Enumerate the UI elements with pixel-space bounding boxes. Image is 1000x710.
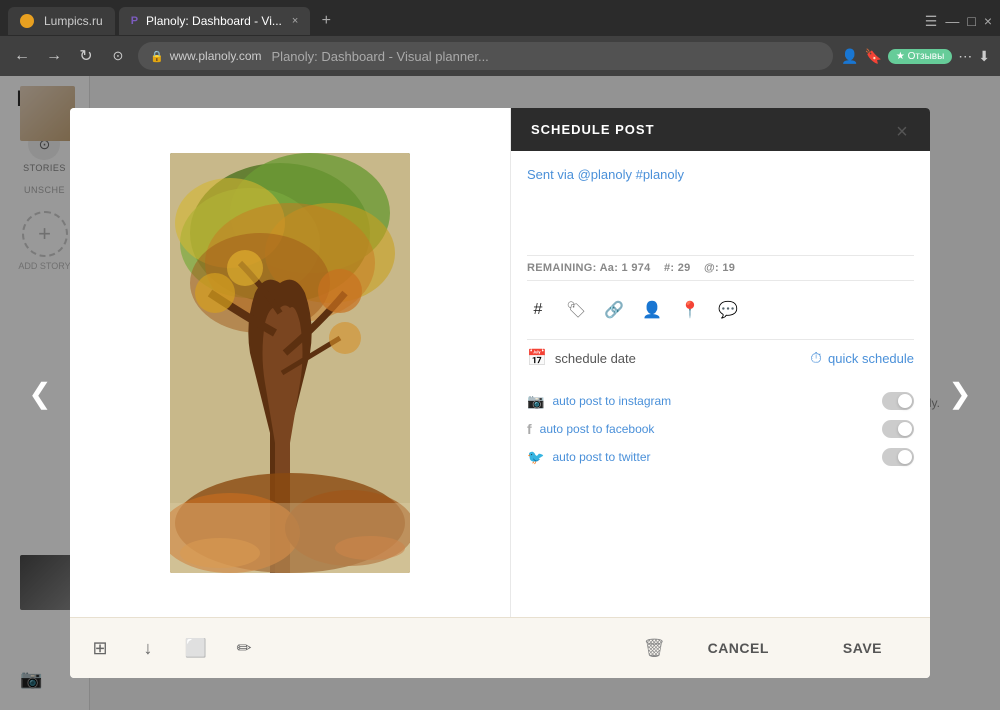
post-image	[170, 153, 410, 573]
more-button[interactable]: ⋯	[958, 48, 972, 65]
instagram-auto-post-text: auto post to instagram	[552, 394, 671, 408]
schedule-date-label: schedule date	[555, 351, 636, 366]
bookmark-icon[interactable]: 🔖	[864, 48, 881, 65]
address-bar[interactable]: 🔒 www.planoly.com Planoly: Dashboard - V…	[138, 42, 833, 70]
location-tool-icon[interactable]: 📍	[679, 299, 701, 321]
twitter-icon: 🐦	[527, 449, 544, 466]
tab-close-planoly[interactable]: ×	[292, 15, 298, 27]
next-post-button[interactable]: ❯	[940, 373, 980, 413]
panel-title: SCHEDULE POST	[531, 122, 655, 137]
tab-planoly[interactable]: P Planoly: Dashboard - Vi... ×	[119, 7, 311, 35]
modal-footer: ⊞ ↓ ⬜ ✏ 🗑 CANCEL SAVE	[70, 617, 930, 678]
link-tool-icon[interactable]: 🔗	[603, 299, 625, 321]
main-content: PLAN ⊙ STORIES UNSCHE + ADD STORY 📷 lf. …	[0, 76, 1000, 710]
caption-input[interactable]: Sent via @planoly #planoly	[527, 165, 914, 245]
browser-actions: 👤 🔖 ★ Отзывы ⋯ ⬇	[841, 48, 990, 65]
facebook-toggle[interactable]	[882, 420, 914, 438]
lock-icon: 🔒	[150, 50, 164, 63]
home-button[interactable]: ⊙	[106, 44, 130, 68]
close-window-button[interactable]: ×	[984, 13, 992, 29]
reviews-badge[interactable]: ★ Отзывы	[888, 49, 952, 64]
twitter-auto-post-text: auto post to twitter	[552, 450, 650, 464]
schedule-panel: SCHEDULE POST Sent via @planoly #planoly…	[510, 108, 930, 617]
tab-favicon-lumpics	[20, 14, 34, 28]
maximize-button[interactable]: □	[967, 13, 975, 29]
tab-favicon-planoly: P	[131, 15, 138, 27]
auto-post-facebook-row: f auto post to facebook	[527, 420, 914, 438]
prev-post-button[interactable]: ❮	[20, 373, 60, 413]
back-button[interactable]: ←	[10, 44, 34, 68]
auto-post-instagram-label: 📷 auto post to instagram	[527, 393, 671, 410]
footer-tools: ⊞ ↓ ⬜ ✏	[86, 634, 354, 662]
schedule-post-modal: ×	[70, 108, 930, 678]
new-tab-button[interactable]: +	[314, 9, 338, 33]
trash-button[interactable]: 🗑	[643, 638, 666, 659]
auto-post-twitter-label: 🐦 auto post to twitter	[527, 449, 651, 466]
modal-close-button[interactable]: ×	[888, 118, 916, 146]
toolbar-icons: # 🏷 🔗 👤 📍 💬	[527, 291, 914, 329]
tab-label-lumpics: Lumpics.ru	[44, 14, 103, 28]
refresh-button[interactable]: ↻	[74, 44, 98, 68]
facebook-auto-post-text: auto post to facebook	[540, 422, 655, 436]
remaining-label: REMAINING:	[527, 262, 600, 274]
modal-overlay: ❮ ❯ ×	[0, 76, 1000, 710]
address-url: www.planoly.com	[170, 49, 262, 63]
tab-label-planoly: Planoly: Dashboard - Vi...	[146, 14, 282, 28]
profile-icon[interactable]: 👤	[841, 48, 858, 65]
edit-tool-button[interactable]: ✏	[230, 634, 258, 662]
download-icon[interactable]: ⬇	[978, 48, 990, 65]
minimize-button[interactable]: —	[945, 13, 959, 29]
tree-svg	[170, 153, 410, 573]
remaining-at: @: 19	[704, 262, 735, 274]
nav-bar: ← → ↻ ⊙ 🔒 www.planoly.com Planoly: Dashb…	[0, 36, 1000, 76]
modal-body: SCHEDULE POST Sent via @planoly #planoly…	[70, 108, 930, 617]
twitter-toggle[interactable]	[882, 448, 914, 466]
clock-icon: ⏱	[810, 350, 822, 367]
tab-bar: Lumpics.ru P Planoly: Dashboard - Vi... …	[0, 0, 1000, 36]
remaining-hash: #: 29	[664, 262, 691, 274]
download-tool-button[interactable]: ↓	[134, 634, 162, 662]
tab-lumpics[interactable]: Lumpics.ru	[8, 7, 115, 35]
auto-post-facebook-label: f auto post to facebook	[527, 421, 654, 437]
mention-tool-icon[interactable]: 👤	[641, 299, 663, 321]
crop-tool-button[interactable]: ⬜	[182, 634, 210, 662]
browser-chrome: Lumpics.ru P Planoly: Dashboard - Vi... …	[0, 0, 1000, 76]
quick-schedule-button[interactable]: ⏱ quick schedule	[810, 350, 914, 367]
address-title: Planoly: Dashboard - Visual planner...	[272, 49, 489, 64]
auto-post-section: 📷 auto post to instagram f auto post to …	[527, 386, 914, 466]
cancel-button[interactable]: CANCEL	[676, 630, 801, 666]
remaining-aa: Aa: 1 974	[600, 262, 651, 274]
hashtag-tool-icon[interactable]: #	[527, 299, 549, 321]
save-button[interactable]: SAVE	[811, 630, 914, 666]
image-panel	[70, 108, 510, 617]
menu-icon[interactable]: ☰	[925, 13, 938, 30]
panel-header: SCHEDULE POST	[511, 108, 930, 151]
instagram-icon: 📷	[527, 393, 544, 410]
schedule-date-button[interactable]: 📅 schedule date	[527, 348, 636, 368]
speech-tool-icon[interactable]: 💬	[717, 299, 739, 321]
calendar-icon: 📅	[527, 348, 547, 368]
schedule-row: 📅 schedule date ⏱ quick schedule	[527, 339, 914, 376]
auto-post-instagram-row: 📷 auto post to instagram	[527, 392, 914, 410]
forward-button[interactable]: →	[42, 44, 66, 68]
modal-wrapper: ❮ ❯ ×	[70, 108, 930, 678]
quick-schedule-label: quick schedule	[828, 351, 914, 366]
grid-tool-button[interactable]: ⊞	[86, 634, 114, 662]
remaining-bar: REMAINING: Aa: 1 974 #: 29 @: 19	[527, 255, 914, 281]
instagram-toggle[interactable]	[882, 392, 914, 410]
facebook-icon: f	[527, 421, 532, 437]
panel-content: Sent via @planoly #planoly REMAINING: Aa…	[511, 151, 930, 617]
auto-post-twitter-row: 🐦 auto post to twitter	[527, 448, 914, 466]
tag-tool-icon[interactable]: 🏷	[565, 299, 587, 321]
